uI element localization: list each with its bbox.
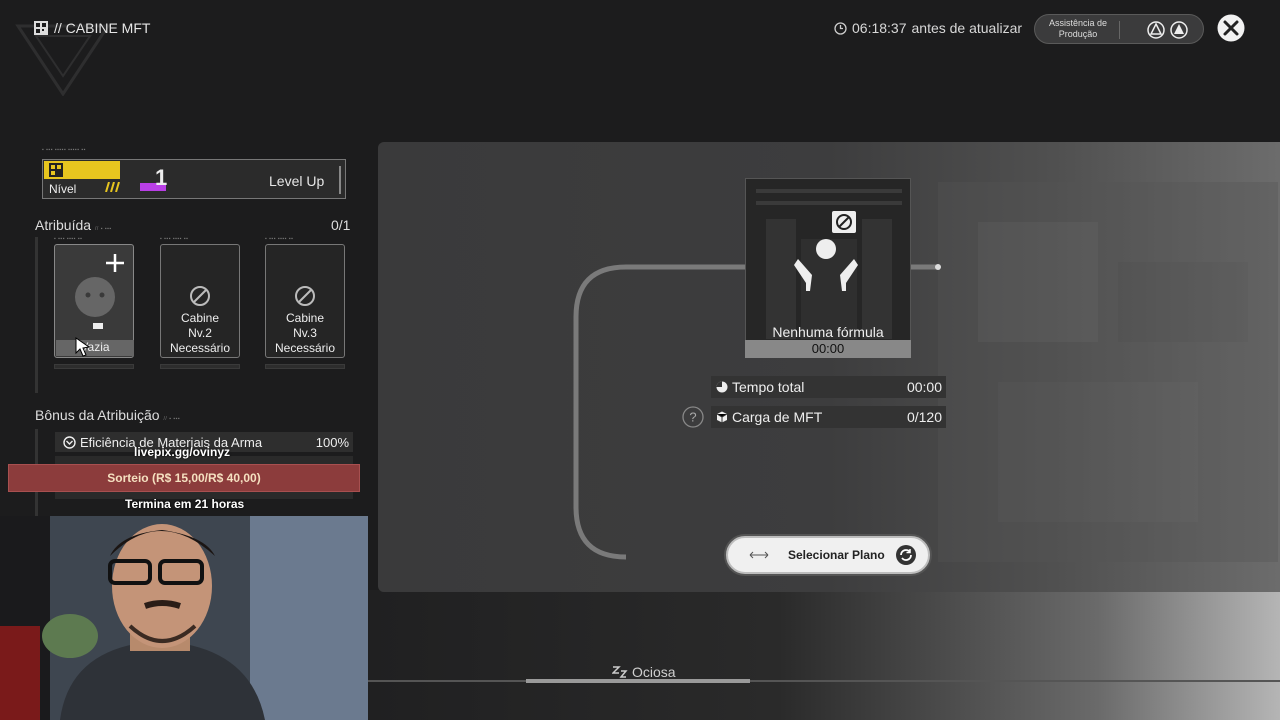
assist-emblem-icon bbox=[1147, 21, 1165, 39]
total-time-label: Tempo total bbox=[716, 379, 804, 395]
page-title-text: // CABINE MFT bbox=[54, 20, 151, 36]
clock-icon bbox=[834, 21, 847, 35]
help-icon[interactable]: ? bbox=[682, 406, 704, 428]
bottom-rule bbox=[368, 680, 1280, 682]
bonus-title: Bônus da Atribuição// ▪ ▪▪▪ bbox=[35, 407, 180, 423]
timer-suffix: antes de atualizar bbox=[911, 20, 1023, 36]
mft-load-label-text: Carga de MFT bbox=[732, 409, 823, 425]
slot-empty-label: Vazia bbox=[56, 340, 134, 356]
background-gradient bbox=[368, 590, 1280, 720]
machine-time-bar: 00:00 bbox=[745, 340, 911, 358]
cube-icon bbox=[716, 411, 728, 423]
production-assist-label: Assistência de Produção bbox=[1048, 18, 1108, 39]
double-arrow-icon bbox=[749, 551, 769, 559]
map-background-decor bbox=[938, 182, 1278, 562]
decor-code: ▪ ▪▪▪ ▪▪▪▪▪ ▪▪▪▪▪ ▪▪ bbox=[42, 147, 86, 153]
pie-clock-icon bbox=[716, 381, 728, 393]
level-number: 1 bbox=[155, 165, 168, 190]
slot-underline bbox=[54, 364, 134, 369]
status-label: Ociosa bbox=[632, 664, 676, 680]
select-plan-label: Selecionar Plano bbox=[788, 548, 885, 562]
blocked-icon bbox=[190, 286, 210, 306]
level-up-edge bbox=[339, 166, 341, 194]
decor-code: ▪ ▪▪▪ ▪▪▪▪ ▪▪ bbox=[265, 236, 294, 242]
assist-emblem-icon-2 bbox=[1170, 21, 1188, 39]
level-bar: Nível 1 Level Up bbox=[42, 159, 346, 199]
refresh-icon bbox=[896, 545, 916, 565]
total-time-label-text: Tempo total bbox=[732, 379, 805, 395]
decor-code: // ▪ ▪▪▪ bbox=[163, 416, 181, 422]
qr-icon bbox=[49, 163, 63, 177]
production-assist-button[interactable]: Assistência de Produção bbox=[1034, 14, 1204, 44]
bonus-icon bbox=[63, 436, 76, 449]
slot-underline bbox=[265, 364, 345, 369]
assignment-count: 0/1 bbox=[331, 217, 351, 233]
select-plan-button[interactable]: Selecionar Plano bbox=[726, 536, 930, 574]
slot-label-line3: Necessário bbox=[169, 341, 231, 355]
assign-slot-empty[interactable]: Vazia bbox=[54, 244, 134, 358]
blocked-icon bbox=[295, 286, 315, 306]
machine-formula-label: Nenhuma fórmula bbox=[772, 324, 884, 340]
bottom-rule-highlight bbox=[526, 679, 750, 683]
svg-text:?: ? bbox=[689, 410, 696, 425]
left-rule bbox=[35, 237, 38, 393]
cursor-icon bbox=[75, 337, 91, 357]
sleep-icon bbox=[612, 666, 628, 678]
status-indicator: Ociosa bbox=[612, 664, 676, 680]
grid-icon bbox=[34, 21, 48, 35]
machine-time: 00:00 bbox=[811, 341, 845, 356]
level-label: Nível bbox=[49, 182, 77, 196]
livepix-link: livepix.gg/ovinyz bbox=[134, 445, 231, 459]
refresh-timer: 06:18:37 antes de atualizar bbox=[834, 20, 1022, 36]
assignment-title-text: Atribuída bbox=[35, 217, 92, 233]
slot-label-line2: Nv.2 bbox=[188, 326, 212, 340]
assist-divider bbox=[1119, 21, 1120, 39]
close-icon[interactable] bbox=[1216, 13, 1246, 43]
mft-load-value: 0/120 bbox=[906, 409, 942, 425]
production-panel: Nenhuma fórmula 00:00 Tempo total 00:00 … bbox=[378, 142, 1280, 592]
mft-load-label: Carga de MFT bbox=[716, 409, 822, 425]
slot-underline bbox=[160, 364, 240, 369]
operator-placeholder-icon bbox=[75, 277, 115, 329]
level-up-button[interactable]: Level Up bbox=[269, 173, 324, 189]
bonus-value: 100% bbox=[315, 435, 349, 450]
sorteio-banner: Sorteio (R$ 15,00/R$ 40,00) bbox=[8, 464, 360, 492]
webcam-person-image bbox=[0, 516, 368, 720]
stripes-decor bbox=[105, 182, 120, 192]
slot-label-line1: Cabine bbox=[180, 311, 220, 325]
mft-load-row: Carga de MFT 0/120 bbox=[711, 406, 946, 428]
plus-icon bbox=[106, 254, 124, 272]
slot-label-line2: Nv.3 bbox=[293, 326, 317, 340]
assignment-title: Atribuída// ▪ ▪▪▪ bbox=[35, 217, 112, 233]
bonus-title-text: Bônus da Atribuição bbox=[35, 407, 160, 423]
total-time-row: Tempo total 00:00 bbox=[711, 376, 946, 398]
total-time-value: 00:00 bbox=[906, 379, 942, 395]
decor-code: ▪ ▪▪▪ ▪▪▪▪ ▪▪ bbox=[54, 236, 83, 242]
sorteio-ends-label: Termina em 21 horas bbox=[125, 497, 245, 511]
assign-slot-locked-lv3[interactable]: Cabine Nv.3 Necessário bbox=[265, 244, 345, 358]
webcam-feed bbox=[0, 516, 368, 720]
slot-label-line3: Necessário bbox=[274, 341, 336, 355]
assign-slot-locked-lv2[interactable]: Cabine Nv.2 Necessário bbox=[160, 244, 240, 358]
timer-value: 06:18:37 bbox=[852, 20, 907, 36]
page-title: // CABINE MFT bbox=[34, 20, 150, 36]
decor-code: ▪ ▪▪▪ ▪▪▪▪ ▪▪ bbox=[160, 236, 189, 242]
decor-code: // ▪ ▪▪▪ bbox=[95, 226, 112, 232]
slot-label-line1: Cabine bbox=[285, 311, 325, 325]
